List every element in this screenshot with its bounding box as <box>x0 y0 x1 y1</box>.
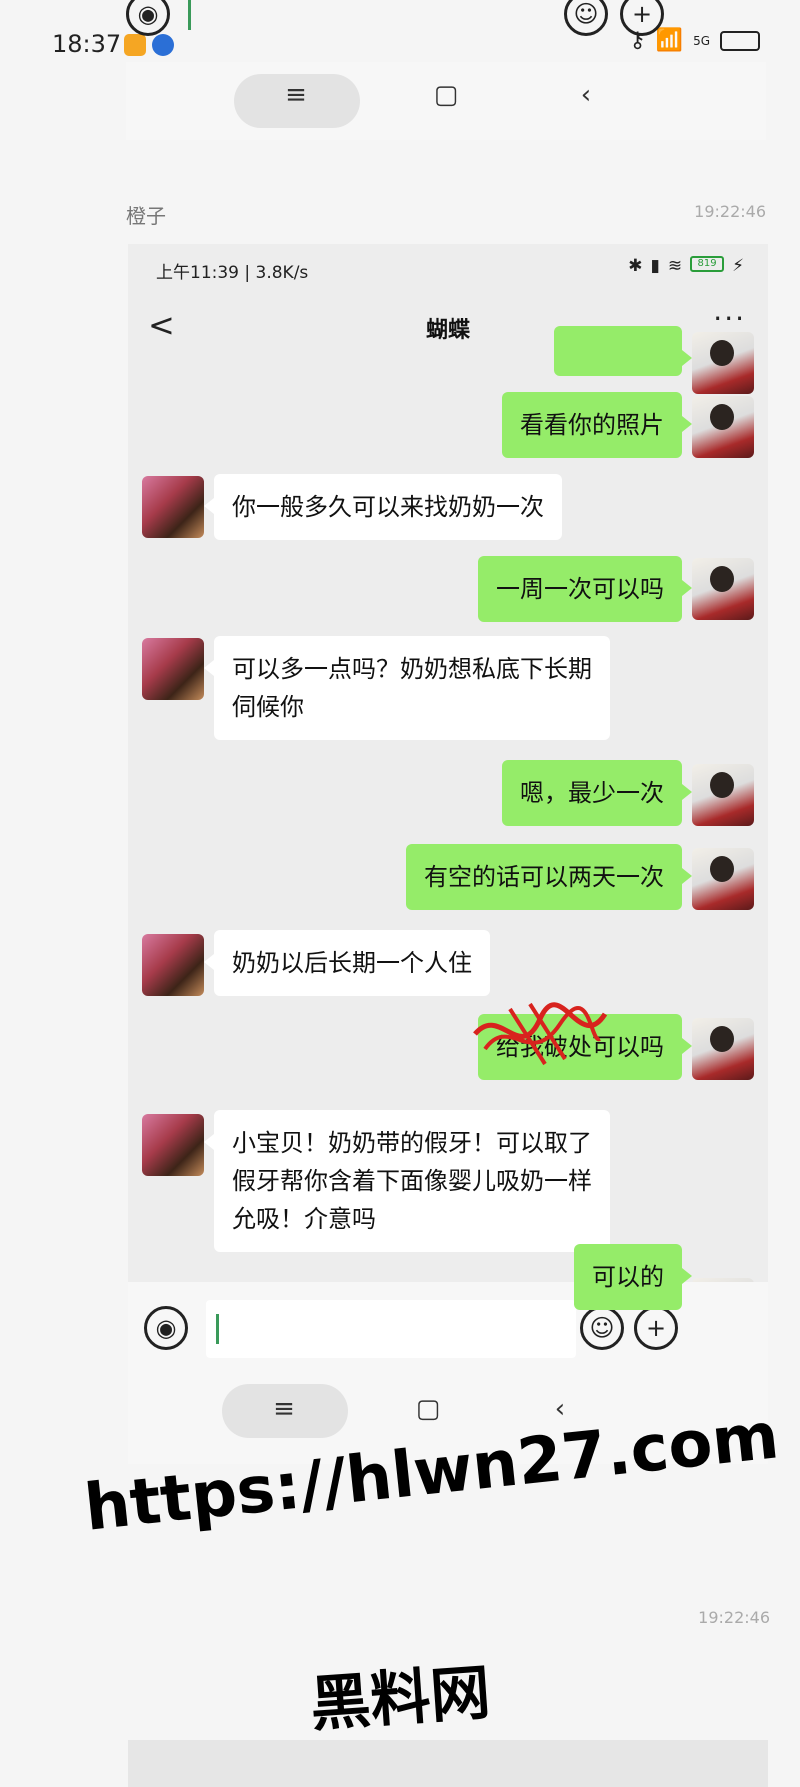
next-message-time: 19:22:46 <box>698 1608 770 1627</box>
top-input-row: ◉ ☺ + <box>126 0 766 50</box>
message-bubble-out[interactable]: 有空的话可以两天一次 <box>406 844 692 910</box>
wifi-icon: ≋ <box>667 256 683 276</box>
message-bubble-out[interactable]: 嗯，最少一次 <box>502 760 692 826</box>
signal-icon: ▮ <box>650 256 660 276</box>
contact-avatar[interactable] <box>142 476 204 538</box>
my-avatar[interactable] <box>692 764 754 826</box>
message-header: 橙子 19:22:46 <box>126 200 766 230</box>
menu-nav-button[interactable]: ≡ <box>276 80 316 110</box>
my-avatar[interactable] <box>692 332 754 394</box>
message-bubble-in[interactable]: 可以多一点吗？奶奶想私底下长期 伺候你 <box>204 636 610 740</box>
back-nav-button[interactable]: ‹ <box>566 80 606 110</box>
sender-time: 19:22:46 <box>694 202 766 221</box>
inner-status-icons: ✱ ▮ ≋ 819 ⚡ <box>628 256 744 276</box>
message-bubble-out[interactable]: 可以的 <box>574 1244 692 1310</box>
message-bubble-out[interactable]: 给我破处可以吗 <box>478 1014 692 1080</box>
contact-avatar[interactable] <box>142 638 204 700</box>
home-nav-button[interactable]: ▢ <box>426 80 466 110</box>
my-avatar[interactable] <box>692 848 754 910</box>
my-avatar[interactable] <box>692 396 754 458</box>
message-bubble-out[interactable]: 一周一次可以吗 <box>478 556 692 622</box>
inner-status-time: 上午11:39 | 3.8K/s <box>156 263 309 283</box>
bluetooth-icon: ✱ <box>628 256 643 276</box>
more-button[interactable]: ··· <box>713 302 746 335</box>
next-screenshot-preview <box>128 1740 768 1787</box>
inner-status-bar: 上午11:39 | 3.8K/s ✱ ▮ ≋ 819 ⚡ <box>128 244 768 286</box>
contact-avatar[interactable] <box>142 934 204 996</box>
charging-icon: ⚡ <box>732 256 744 276</box>
cropped-message-bubble <box>554 326 692 376</box>
emoji-icon[interactable]: ☺ <box>580 1306 624 1350</box>
outer-time: 18:37 <box>52 30 122 58</box>
top-nav-bar: ≡ ▢ ‹ <box>126 62 766 140</box>
sender-name: 橙子 <box>126 204 166 228</box>
emoji-icon[interactable]: ☺ <box>564 0 608 36</box>
message-bubble-out[interactable]: 看看你的照片 <box>502 392 692 458</box>
home-nav-button[interactable]: ▢ <box>408 1394 448 1424</box>
my-avatar[interactable] <box>692 1018 754 1080</box>
text-cursor <box>188 0 191 30</box>
my-avatar[interactable] <box>692 558 754 620</box>
screen: { "outer_status": { "time": "18:37", "si… <box>0 0 800 1787</box>
message-bubble-in[interactable]: 奶奶以后长期一个人住 <box>204 930 490 996</box>
voice-icon[interactable]: ◉ <box>144 1306 188 1350</box>
contact-avatar[interactable] <box>142 1114 204 1176</box>
voice-icon[interactable]: ◉ <box>126 0 170 36</box>
add-icon[interactable]: + <box>634 1306 678 1350</box>
message-input[interactable] <box>206 1300 576 1358</box>
add-icon[interactable]: + <box>620 0 664 36</box>
watermark-site-name: 黑料网 <box>308 1657 493 1741</box>
battery-icon: 819 <box>690 256 725 272</box>
menu-nav-button[interactable]: ≡ <box>264 1394 304 1424</box>
text-cursor <box>216 1314 219 1344</box>
message-bubble-in[interactable]: 小宝贝！奶奶带的假牙！可以取了 假牙帮你含着下面像婴儿吸奶一样 允吸！介意吗 <box>204 1110 610 1252</box>
chat-screenshot: 上午11:39 | 3.8K/s ✱ ▮ ≋ 819 ⚡ < 蝴蝶 ··· 看看… <box>128 244 768 1464</box>
message-bubble-in[interactable]: 你一般多久可以来找奶奶一次 <box>204 474 562 540</box>
